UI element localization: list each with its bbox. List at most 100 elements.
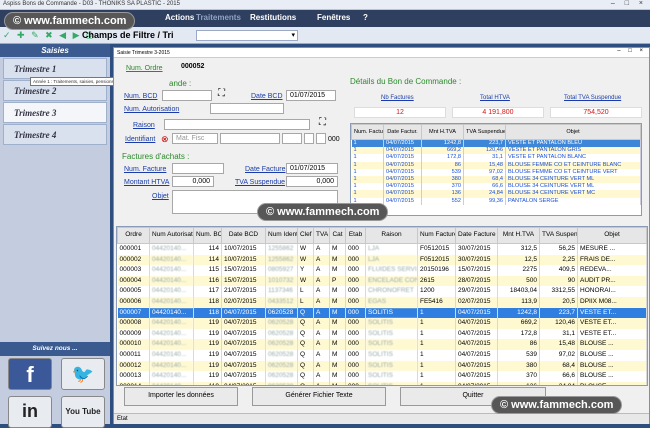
window-title: Saisie Trimestre 3-2015 (117, 50, 170, 56)
main-row[interactable]: 000006 04420140... 118 02/07/2015 0433512 L A M… (117, 296, 647, 308)
details-row[interactable]: 1 04/07/2015 380 68,4 BLOUSE 34 CEINTURE VER… (351, 176, 641, 184)
main-cell: 29/07/2015 (455, 286, 498, 297)
main-cell: 117 (193, 286, 222, 297)
details-row[interactable]: 1 04/07/2015 86 15,48 BLOUSE FEMME CO ET CEI… (351, 161, 641, 169)
main-row[interactable]: 000005 04420140... 117 21/07/2015 1137346 L A M… (117, 286, 647, 297)
twitter-icon[interactable]: 🐦 (61, 358, 105, 390)
main-row[interactable]: 000012 04420140... 119 04/07/2015 0620528 Q A M… (117, 360, 647, 372)
main-cell: 119 (193, 349, 222, 361)
montant-htva-input[interactable]: 0,000 (172, 176, 214, 187)
main-header-2[interactable]: Num. BCD (193, 227, 222, 244)
main-cell: 04/07/2015 (455, 381, 498, 385)
tva-select[interactable] (304, 133, 314, 144)
details-row[interactable]: 1 04/07/2015 539 97,02 BLOUSE FEMME CO ET CE… (351, 168, 641, 177)
main-cell: 0620528 (265, 339, 298, 350)
main-header-7[interactable]: Cat (329, 227, 346, 244)
tva-suspendue-label: TVA Suspendue (235, 179, 286, 186)
generate-file-button[interactable]: Générer Fichier Texte (252, 387, 386, 406)
identifiant-select[interactable] (220, 133, 280, 144)
num-autorisation-input[interactable] (210, 103, 284, 114)
main-header-12[interactable]: Mnt H.TVA (497, 227, 540, 244)
sidebar-item-trimestre-1[interactable]: Trimestre 1 (3, 58, 107, 79)
menu-restitutions[interactable]: Restitutions (250, 13, 296, 22)
menu-traitements[interactable]: Traitements (196, 13, 241, 22)
main-cell: 115 (193, 265, 222, 276)
cat-select[interactable] (316, 133, 326, 144)
details-header-3[interactable]: TVA Suspendue (463, 124, 506, 140)
main-cell: A (313, 265, 330, 276)
main-header-14[interactable]: Objet (577, 227, 647, 244)
clef-select[interactable] (282, 133, 302, 144)
num-facture-input[interactable] (172, 163, 224, 174)
main-cell: AUDIT PR... (577, 275, 647, 287)
main-row[interactable]: 000008 04420140... 119 04/07/2015 0620528 Q A M… (117, 318, 647, 329)
details-header-1[interactable]: Date Factur. (383, 124, 422, 140)
menu-fenetres[interactable]: Fenêtres (317, 13, 350, 22)
main-header-0[interactable]: Ordre (117, 227, 150, 244)
filter-select[interactable] (196, 30, 298, 41)
num-bcd-input[interactable] (162, 90, 212, 101)
details-row[interactable]: 1 04/07/2015 552 99,36 PANTALON SERGE (351, 197, 641, 205)
main-row[interactable]: 000002 04420140... 114 10/07/2015 1255862 W A M… (117, 254, 647, 266)
binoculars-icon[interactable]: ⛶ (218, 88, 225, 99)
youtube-icon[interactable]: You Tube (61, 396, 105, 428)
main-row[interactable]: 000003 04420140... 115 15/07/2015 0805927 Y A M… (117, 265, 647, 276)
date-facture-input[interactable]: 01/07/2015 (286, 163, 338, 174)
sidebar-item-trimestre-3[interactable]: Trimestre 3 (3, 102, 107, 123)
main-cell: 15/07/2015 (221, 265, 266, 276)
main-header-13[interactable]: TVA Suspendue (539, 227, 578, 244)
details-header-2[interactable]: Mnt H.TVA (421, 124, 464, 140)
main-row[interactable]: 000011 04420140... 119 04/07/2015 0620528 Q A M… (117, 349, 647, 361)
main-header-9[interactable]: Raison (365, 227, 418, 244)
main-cell: 380 (497, 360, 540, 372)
details-cell: 1 (351, 154, 384, 162)
details-row[interactable]: 1 04/07/2015 136 24,84 BLOUSE 34 CEINTURE VE… (351, 190, 641, 198)
main-row[interactable]: 000010 04420140... 119 04/07/2015 0620528 Q A M… (117, 339, 647, 350)
tva-suspendue-input[interactable]: 0,000 (286, 176, 338, 187)
details-row[interactable]: 1 04/07/2015 669,2 120,46 VESTE ET PANTALON … (351, 147, 641, 155)
main-cell: Q (297, 349, 314, 361)
main-header-5[interactable]: Clef (297, 227, 314, 244)
menu-actions[interactable]: Actions (165, 13, 194, 22)
facebook-icon[interactable]: f (8, 358, 52, 390)
menu-help[interactable]: ? (363, 13, 368, 22)
linkedin-icon[interactable]: in (8, 396, 52, 428)
window-controls[interactable]: – □ × (611, 0, 647, 7)
main-row[interactable]: 000007 04420140... 118 04/07/2015 0620528 Q A M… (117, 307, 647, 319)
details-header-0[interactable]: Num. Facture (351, 124, 384, 140)
details-row[interactable]: 1 04/07/2015 172,8 31,1 VESTE ET PANTALON BL… (351, 154, 641, 162)
main-row[interactable]: 000013 04420140... 119 04/07/2015 0620528 Q A M… (117, 371, 647, 382)
details-cell: 172,8 (421, 154, 464, 162)
main-header-6[interactable]: TVA (313, 227, 330, 244)
main-header-11[interactable]: Date Facture (455, 227, 498, 244)
main-cell: LJA (365, 243, 418, 255)
main-header-4[interactable]: Num Ident (265, 227, 298, 244)
details-row[interactable]: 1 04/07/2015 1242,8 223,7 VESTE ET PANTALON … (351, 139, 641, 148)
main-cell: 000001 (117, 243, 150, 255)
main-header-1[interactable]: Num Autorisation (149, 227, 194, 244)
main-row[interactable]: 000004 04420140... 116 15/07/2015 1010732 W A P… (117, 275, 647, 287)
main-row[interactable]: 000009 04420140... 119 04/07/2015 0620528 Q A M… (117, 328, 647, 340)
details-cell: 1 (351, 139, 384, 148)
main-cell: 02/07/2015 (455, 296, 498, 308)
import-button[interactable]: Importer les données (124, 387, 238, 406)
main-header-10[interactable]: Num Facture (417, 227, 456, 244)
sidebar-item-trimestre-4[interactable]: Trimestre 4 (3, 124, 107, 145)
mat-fisc-input[interactable]: Mat. Fisc (172, 133, 218, 144)
binoculars-search-icon[interactable]: ⛶ (319, 117, 326, 128)
date-bcd-input[interactable]: 01/07/2015 (286, 90, 336, 101)
details-row[interactable]: 1 04/07/2015 370 66,6 BLOUSE 34 CEINTURE VER… (351, 183, 641, 191)
details-cell: 15,48 (463, 161, 506, 169)
clear-icon[interactable]: ⊗ (161, 134, 169, 145)
main-row[interactable]: 000001 04420140... 114 10/07/2015 1255862 W A M… (117, 243, 647, 255)
main-header-3[interactable]: Date BCD (221, 227, 266, 244)
details-cell: 97,02 (463, 168, 506, 177)
main-header-8[interactable]: Etab (345, 227, 366, 244)
raison-input[interactable] (164, 119, 310, 130)
main-cell: FRAIS DE... (577, 254, 647, 266)
main-cell: M (329, 349, 346, 361)
details-cell: 86 (421, 161, 464, 169)
details-header-4[interactable]: Objet (505, 124, 641, 140)
main-row[interactable]: 00001404420140...11904/07/20150620528QAM… (117, 381, 647, 385)
window-inner-controls[interactable]: – □ × (617, 48, 646, 54)
